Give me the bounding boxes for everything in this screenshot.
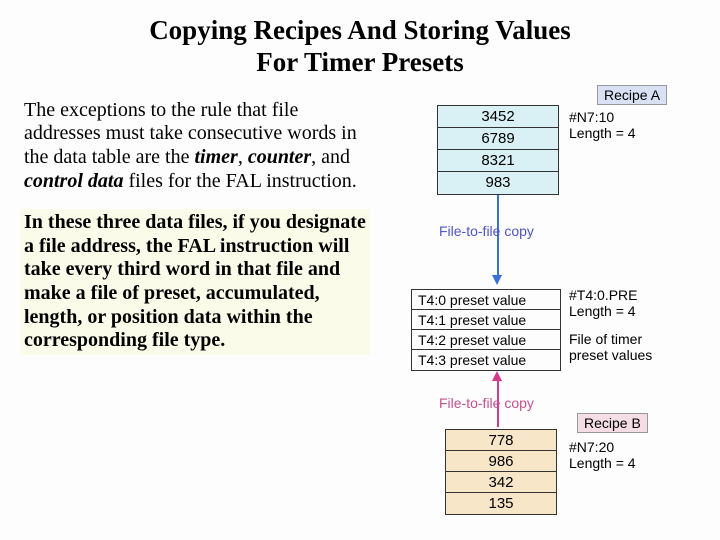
recipe-b-stack: 778 986 342 135 [445,429,557,515]
recipe-b-addr: #N7:20 [569,439,614,455]
recipe-a-cell: 8321 [438,150,558,172]
recipe-a-len: Length = 4 [569,125,636,141]
paragraph-1: The exceptions to the rule that file add… [20,97,370,195]
recipe-b-cell: 778 [446,430,556,451]
title-line-2: For Timer Presets [256,47,463,77]
timer-cell: T4:1 preset value [412,310,560,330]
recipe-b-cell: 986 [446,451,556,472]
slide-title: Copying Recipes And Storing Values For T… [20,14,700,79]
p1-tail: files for the FAL instruction. [123,170,356,192]
recipe-a-cell: 983 [438,172,558,194]
timers-addr: #T4:0.PRE [569,287,637,303]
copy-label-top: File-to-file copy [439,223,534,239]
recipe-b-tag: Recipe B [577,413,648,433]
timer-cell: T4:2 preset value [412,330,560,350]
recipe-a-tag: Recipe A [597,85,667,105]
p1-kw-counter: counter [248,146,311,168]
recipe-a-stack: 3452 6789 8321 983 [437,105,559,195]
paragraph-2: In these three data files, if you design… [20,209,370,355]
timer-preset-stack: T4:0 preset value T4:1 preset value T4:2… [411,289,561,371]
p1-sep1: , [238,146,248,168]
p1-sep2: , and [311,146,350,168]
recipe-b-cell: 135 [446,493,556,514]
copy-label-bot: File-to-file copy [439,395,534,411]
title-line-1: Copying Recipes And Storing Values [149,15,571,45]
arrow-a-to-timers-head [492,275,502,285]
timers-caption-1: File of timer [569,331,642,347]
slide: Copying Recipes And Storing Values For T… [0,0,720,540]
recipe-b-len: Length = 4 [569,455,636,471]
timers-len: Length = 4 [569,303,636,319]
recipe-a-cell: 6789 [438,128,558,150]
p1-kw-timer: timer [194,146,237,168]
timers-caption-2: preset values [569,347,652,363]
timer-cell: T4:0 preset value [412,290,560,310]
p1-kw-control-data: control data [24,170,123,192]
recipe-a-cell: 3452 [438,106,558,128]
body-text: The exceptions to the rule that file add… [20,97,370,355]
recipe-a-addr: #N7:10 [569,109,614,125]
arrow-b-to-timers-head [492,371,502,381]
timer-cell: T4:3 preset value [412,350,560,370]
diagram: Recipe A #N7:10 Length = 4 3452 6789 832… [397,105,702,525]
recipe-b-cell: 342 [446,472,556,493]
